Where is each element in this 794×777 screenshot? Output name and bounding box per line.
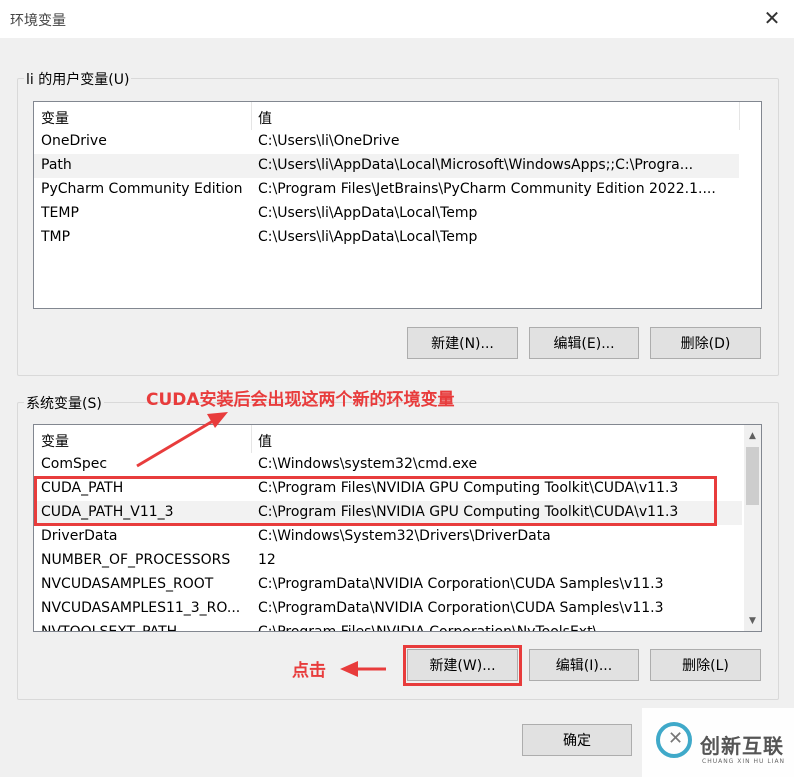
variable-name: Path <box>41 157 72 173</box>
column-header-value[interactable]: 值 <box>258 431 272 451</box>
user-new-button[interactable]: 新建(N)... <box>407 327 518 359</box>
variable-name: TEMP <box>41 205 79 221</box>
system-delete-button[interactable]: 删除(L) <box>650 649 761 681</box>
variable-name: TMP <box>41 229 71 245</box>
list-header: 变量 值 <box>34 102 761 130</box>
scroll-down-icon[interactable]: ▼ <box>744 612 761 629</box>
variable-name: DriverData <box>41 528 118 544</box>
variable-value: C:\Users\li\OneDrive <box>258 133 400 149</box>
cuda-rows-highlight <box>34 476 717 526</box>
user-variables-label: li 的用户变量(U) <box>24 69 132 89</box>
ok-button[interactable]: 确定 <box>522 724 632 756</box>
variable-name: ComSpec <box>41 456 108 472</box>
system-variables-list[interactable]: 变量 值 ComSpec C:\Windows\system32\cmd.exe C… <box>33 424 762 632</box>
variable-value: C:\ProgramData\NVIDIA Corporation\CUDA S… <box>258 600 664 616</box>
table-row[interactable]: Path C:\Users\li\AppData\Local\Microsoft\… <box>34 154 739 178</box>
system-edit-button[interactable]: 编辑(I)... <box>529 649 639 681</box>
user-edit-button[interactable]: 编辑(E)... <box>529 327 639 359</box>
table-row[interactable]: OneDrive C:\Users\li\OneDrive <box>34 130 739 154</box>
watermark: ✕ 创新互联 CHUANG XIN HU LIAN <box>642 708 794 777</box>
variable-value: 12 <box>258 552 276 568</box>
table-row[interactable]: NVTOOLSEXT_PATH C:\Program Files\NVIDIA C… <box>34 621 742 632</box>
cuda-annotation-text: CUDA安装后会出现这两个新的环境变量 <box>146 390 455 410</box>
system-variables-label: 系统变量(S) <box>24 393 104 413</box>
user-delete-button[interactable]: 删除(D) <box>650 327 761 359</box>
watermark-text: 创新互联 <box>700 734 784 758</box>
watermark-subtext: CHUANG XIN HU LIAN <box>702 758 786 765</box>
title-bar: 环境变量 ✕ <box>0 0 794 38</box>
table-row[interactable]: DriverData C:\Windows\System32\Drivers\Dr… <box>34 525 742 549</box>
variable-value: C:\Users\li\AppData\Local\Microsoft\Wind… <box>258 157 694 173</box>
brand-logo-icon: ✕ <box>656 722 692 758</box>
variable-name: OneDrive <box>41 133 107 149</box>
variable-value: C:\Program Files\NVIDIA Corporation\NvTo… <box>258 624 598 632</box>
table-row[interactable]: PyCharm Community Edition C:\Program File… <box>34 178 739 202</box>
close-icon[interactable]: ✕ <box>762 6 782 30</box>
variable-value: C:\Windows\System32\Drivers\DriverData <box>258 528 551 544</box>
column-header-value[interactable]: 值 <box>258 108 272 128</box>
variable-value: C:\ProgramData\NVIDIA Corporation\CUDA S… <box>258 576 664 592</box>
scroll-thumb[interactable] <box>746 447 759 505</box>
table-row[interactable]: NUMBER_OF_PROCESSORS 12 <box>34 549 742 573</box>
column-header-variable[interactable]: 变量 <box>41 431 69 451</box>
table-row[interactable]: ComSpec C:\Windows\system32\cmd.exe <box>34 453 742 477</box>
variable-name: NUMBER_OF_PROCESSORS <box>41 552 231 568</box>
column-header-variable[interactable]: 变量 <box>41 108 69 128</box>
user-variables-list[interactable]: 变量 值 OneDrive C:\Users\li\OneDrive Path C:\… <box>33 101 762 309</box>
table-row[interactable]: NVCUDASAMPLES_ROOT C:\ProgramData\NVIDIA … <box>34 573 742 597</box>
scroll-up-icon[interactable]: ▲ <box>744 427 761 444</box>
table-row[interactable]: NVCUDASAMPLES11_3_RO... C:\ProgramData\NV… <box>34 597 742 621</box>
variable-value: C:\Program Files\JetBrains\PyCharm Commu… <box>258 181 716 197</box>
new-button-highlight <box>403 645 522 686</box>
variable-name: PyCharm Community Edition <box>41 181 243 197</box>
variable-value: C:\Users\li\AppData\Local\Temp <box>258 229 478 245</box>
list-header: 变量 值 <box>34 425 761 453</box>
click-annotation-text: 点击 <box>292 661 326 681</box>
variable-name: NVTOOLSEXT_PATH <box>41 624 178 632</box>
vertical-scrollbar[interactable]: ▲ ▼ <box>744 425 761 631</box>
variable-value: C:\Users\li\AppData\Local\Temp <box>258 205 478 221</box>
variable-value: C:\Windows\system32\cmd.exe <box>258 456 478 472</box>
variable-name: NVCUDASAMPLES11_3_RO... <box>41 600 241 616</box>
variable-name: NVCUDASAMPLES_ROOT <box>41 576 214 592</box>
table-row[interactable]: TMP C:\Users\li\AppData\Local\Temp <box>34 226 739 250</box>
window-title: 环境变量 <box>10 13 66 29</box>
table-row[interactable]: TEMP C:\Users\li\AppData\Local\Temp <box>34 202 739 226</box>
